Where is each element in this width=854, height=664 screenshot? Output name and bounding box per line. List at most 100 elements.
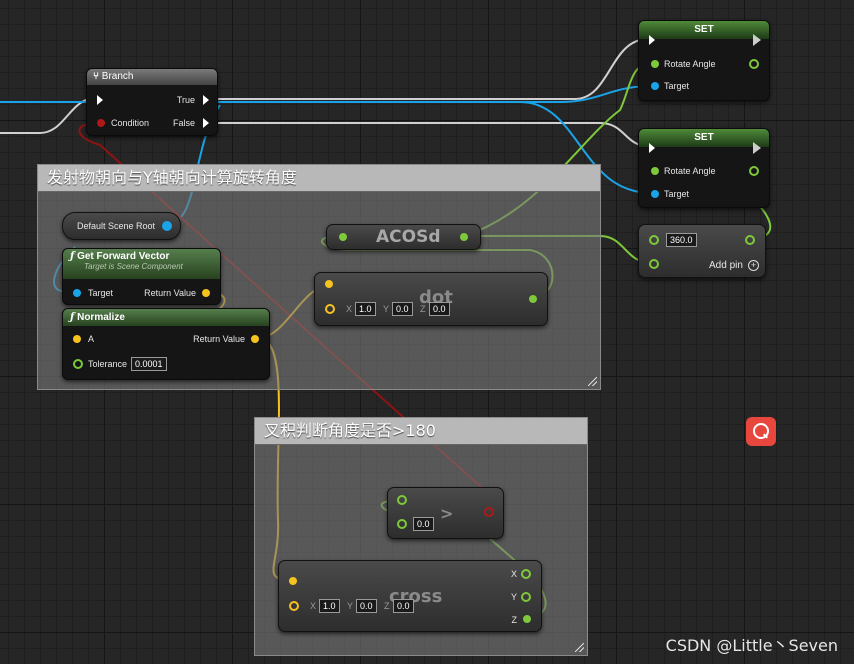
cross-z-field[interactable]: 0.0 — [393, 599, 414, 613]
greater-output-pin[interactable] — [484, 507, 494, 517]
rotate-angle-pin[interactable] — [651, 60, 659, 68]
x-axis-label: X — [346, 304, 353, 314]
return-value-pin[interactable] — [202, 289, 210, 297]
tolerance-field[interactable]: 0.0001 — [131, 357, 167, 371]
greater-input-pin-a[interactable] — [397, 495, 407, 505]
exec-out-pin[interactable] — [753, 34, 761, 46]
pin-label-target: Target — [88, 288, 114, 298]
pin-label-target: Target — [664, 81, 690, 91]
scene-root-output-pin[interactable] — [162, 221, 172, 231]
acos-output-pin[interactable] — [460, 233, 468, 241]
pin-label-condition: Condition — [111, 118, 150, 128]
out-z-label: Z — [511, 615, 518, 625]
node-title: Get Forward Vector — [77, 251, 170, 262]
node-title: Normalize — [77, 312, 125, 323]
dot-output-pin[interactable] — [529, 295, 537, 303]
rotate-angle-pin[interactable] — [651, 167, 659, 175]
greater-label: > — [440, 504, 454, 523]
pin-label-return: Return Value — [144, 288, 196, 298]
target-pin[interactable] — [73, 289, 81, 297]
add-node[interactable]: 360.0 Add pin + — [638, 224, 766, 278]
pin-label-return: Return Value — [193, 334, 245, 344]
add-output-pin[interactable] — [745, 235, 755, 245]
normalize-node[interactable]: ƒ Normalize A Return Value Tolerance 0.0… — [62, 308, 270, 380]
node-title: Branch — [101, 71, 134, 82]
add-input-pin-b[interactable] — [649, 259, 659, 269]
greater-value-field[interactable]: 0.0 — [413, 517, 434, 531]
search-button[interactable] — [746, 417, 776, 446]
node-title: SET — [694, 132, 714, 143]
comment-title[interactable]: 发射物朝向与Y轴朝向计算旋转角度 — [38, 165, 600, 192]
cross-out-y-pin[interactable] — [521, 592, 531, 602]
dot-z-field[interactable]: 0.0 — [429, 302, 450, 316]
resize-handle[interactable] — [588, 377, 597, 386]
acos-input-pin[interactable] — [339, 233, 347, 241]
exec-wire-false — [210, 122, 649, 147]
pin-label-target: Target — [664, 189, 690, 199]
pin-label-rotate-angle: Rotate Angle — [664, 59, 716, 69]
set-node[interactable]: SET Rotate Angle Target — [638, 20, 770, 101]
dot-input-pin-b[interactable] — [325, 304, 335, 314]
node-title: SET — [694, 24, 714, 35]
set-header: SET — [639, 129, 769, 147]
cross-input-pin-b[interactable] — [289, 601, 299, 611]
pin-label-tolerance: Tolerance — [88, 359, 128, 369]
branch-icon: ⑂ — [93, 71, 99, 82]
target-pin[interactable] — [651, 190, 659, 198]
add-pin-icon[interactable]: + — [748, 260, 759, 271]
get-forward-vector-node[interactable]: ƒ Get Forward Vector Target is Scene Com… — [62, 248, 221, 305]
y-axis-label: Y — [383, 304, 390, 314]
rotate-angle-out-pin[interactable] — [749, 59, 759, 69]
scene-root-node[interactable]: Default Scene Root — [62, 212, 181, 240]
acos-node[interactable]: ACOSd — [326, 224, 481, 250]
return-value-pin[interactable] — [251, 335, 259, 343]
set-header: SET — [639, 21, 769, 39]
condition-pin[interactable] — [97, 119, 105, 127]
exec-wire-true — [210, 38, 649, 100]
exec-true-pin[interactable] — [203, 95, 209, 105]
z-axis-label: Z — [420, 304, 426, 314]
exec-in-pin[interactable] — [649, 35, 655, 45]
cross-input-pin-a[interactable] — [289, 577, 297, 585]
a-pin[interactable] — [73, 335, 81, 343]
rotate-angle-out-pin[interactable] — [749, 166, 759, 176]
out-y-label: Y — [510, 592, 517, 602]
resize-handle[interactable] — [575, 643, 584, 652]
exec-in-pin[interactable] — [649, 143, 655, 153]
exec-false-pin[interactable] — [203, 118, 209, 128]
acos-label: ACOSd — [376, 227, 441, 247]
pin-label-a: A — [88, 334, 95, 344]
comment-title[interactable]: 叉积判断角度是否>180 — [255, 418, 587, 445]
cross-out-z-pin[interactable] — [523, 615, 531, 623]
dot-product-node[interactable]: dot X 1.0 Y 0.0 Z 0.0 — [314, 272, 548, 326]
add-input-pin-a[interactable] — [649, 235, 659, 245]
scene-root-label: Default Scene Root — [77, 221, 156, 231]
branch-node[interactable]: ⑂ Branch True Condition False — [86, 68, 218, 136]
function-icon: ƒ — [70, 312, 75, 323]
pin-label-rotate-angle: Rotate Angle — [664, 166, 716, 176]
target-pin[interactable] — [651, 82, 659, 90]
cross-out-x-pin[interactable] — [521, 569, 531, 579]
node-subtitle: Target is Scene Component — [84, 262, 183, 271]
dot-y-field[interactable]: 0.0 — [392, 302, 413, 316]
greater-input-pin-b[interactable] — [397, 519, 407, 529]
pin-label-true: True — [176, 95, 195, 105]
dot-x-field[interactable]: 1.0 — [355, 302, 376, 316]
watermark: CSDN @Little丶Seven — [665, 636, 838, 655]
function-icon: ƒ — [70, 251, 75, 262]
set-node[interactable]: SET Rotate Angle Target — [638, 128, 770, 208]
dot-input-pin-a[interactable] — [325, 280, 333, 288]
greater-than-node[interactable]: > 0.0 — [387, 487, 504, 539]
cross-x-field[interactable]: 1.0 — [319, 599, 340, 613]
exec-out-pin[interactable] — [753, 142, 761, 154]
exec-in-pin[interactable] — [97, 95, 103, 105]
z-axis-label: Z — [384, 601, 390, 611]
out-x-label: X — [510, 569, 517, 579]
x-axis-label: X — [310, 601, 317, 611]
tolerance-pin[interactable] — [73, 359, 83, 369]
cross-y-field[interactable]: 0.0 — [356, 599, 377, 613]
cross-product-node[interactable]: cross X 1.0 Y 0.0 Z 0.0 X Y Z — [278, 560, 542, 632]
add-value-field[interactable]: 360.0 — [666, 233, 697, 247]
y-axis-label: Y — [347, 601, 354, 611]
add-pin-label[interactable]: Add pin — [709, 260, 743, 271]
